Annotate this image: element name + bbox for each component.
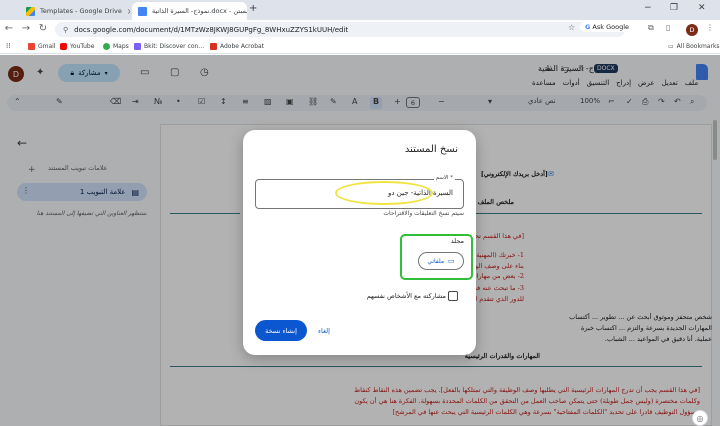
all-bookmarks-label: All Bookmarks bbox=[676, 43, 720, 50]
cancel-button[interactable]: إلغاء bbox=[318, 327, 330, 335]
close-window-button[interactable]: ✕ bbox=[698, 3, 706, 13]
new-tab-button[interactable]: + bbox=[249, 3, 257, 14]
close-tab-icon[interactable]: × bbox=[127, 7, 130, 16]
adobe-acrobat-icon bbox=[210, 43, 217, 50]
highlight-ellipse bbox=[335, 181, 433, 205]
forward-icon[interactable]: → bbox=[19, 23, 33, 34]
bookmark-label: Gmail bbox=[38, 43, 56, 50]
bookmark-label: Maps bbox=[113, 43, 129, 50]
tab-title: Templates - Google Drive bbox=[40, 7, 122, 15]
google-drive-icon bbox=[26, 6, 35, 16]
bookmark-bkit[interactable]: Bkit: Discover con… bbox=[134, 43, 204, 50]
assistant-fab-icon[interactable]: ◎ bbox=[692, 410, 708, 426]
reload-icon[interactable]: ↻ bbox=[36, 23, 50, 34]
apps-grid-icon[interactable]: ⁞⁞ bbox=[6, 42, 10, 50]
ask-google-label: Ask Google bbox=[592, 23, 630, 31]
bookmark-maps[interactable]: Maps bbox=[103, 43, 129, 50]
bookmark-youtube[interactable]: YouTube bbox=[60, 43, 94, 50]
browser-profile-avatar[interactable]: D bbox=[686, 24, 698, 36]
bookmark-label: YouTube bbox=[70, 43, 95, 50]
bookmark-gmail[interactable]: Gmail bbox=[28, 43, 56, 50]
google-g-icon: G bbox=[585, 23, 591, 31]
share-same-people-checkbox[interactable] bbox=[448, 291, 458, 301]
all-bookmarks[interactable]: ▭ All Bookmarks bbox=[668, 43, 720, 50]
chrome-menu-icon[interactable]: ⋮ bbox=[706, 23, 714, 32]
bkit-icon bbox=[134, 43, 141, 50]
bookmark-label: Adobe Acrobat bbox=[220, 43, 265, 50]
youtube-icon bbox=[60, 43, 67, 50]
extensions-icon[interactable]: ⧉ bbox=[648, 23, 654, 33]
make-copy-button[interactable]: إنشاء نسخة bbox=[255, 320, 307, 341]
url-text: docs.google.com/document/d/1MTzWz8JKWJ8G… bbox=[74, 25, 349, 34]
google-docs-icon bbox=[138, 6, 147, 16]
bookmark-adobe[interactable]: Adobe Acrobat bbox=[210, 43, 264, 50]
ask-google-button[interactable]: G Ask Google bbox=[580, 22, 635, 32]
share-same-people-label[interactable]: مشاركته مع الأشخاص نفسهم bbox=[367, 292, 446, 300]
dialog-title: نسخ المستند bbox=[404, 144, 458, 155]
name-field-label: الاسم * bbox=[433, 175, 455, 181]
side-panel-icon[interactable]: ▯ bbox=[666, 23, 670, 32]
tab-title: نموذج- السيرة الذاتية.docx - مستن… bbox=[152, 7, 247, 15]
minimize-button[interactable]: − bbox=[644, 3, 652, 13]
back-icon[interactable]: ← bbox=[2, 23, 16, 34]
tab-docs-cv[interactable]: نموذج- السيرة الذاتية.docx - مستن… × bbox=[132, 2, 247, 20]
tab-templates-drive[interactable]: Templates - Google Drive × bbox=[20, 2, 130, 20]
folder-icon: ▭ bbox=[668, 43, 674, 50]
highlight-box bbox=[400, 234, 473, 280]
bookmark-label: Bkit: Discover con… bbox=[144, 43, 205, 50]
bookmark-star-icon[interactable]: ☆ bbox=[568, 23, 575, 32]
comments-copied-hint: سيتم نسخ التعليقات والاقتراحات bbox=[383, 210, 464, 217]
maximize-button[interactable]: ❐ bbox=[670, 3, 678, 13]
address-bar[interactable]: ⚲ docs.google.com/document/d/1MTzWz8JKWJ… bbox=[55, 22, 625, 37]
site-info-icon[interactable]: ⚲ bbox=[63, 26, 68, 34]
maps-icon bbox=[103, 43, 110, 50]
gmail-icon bbox=[28, 43, 35, 50]
